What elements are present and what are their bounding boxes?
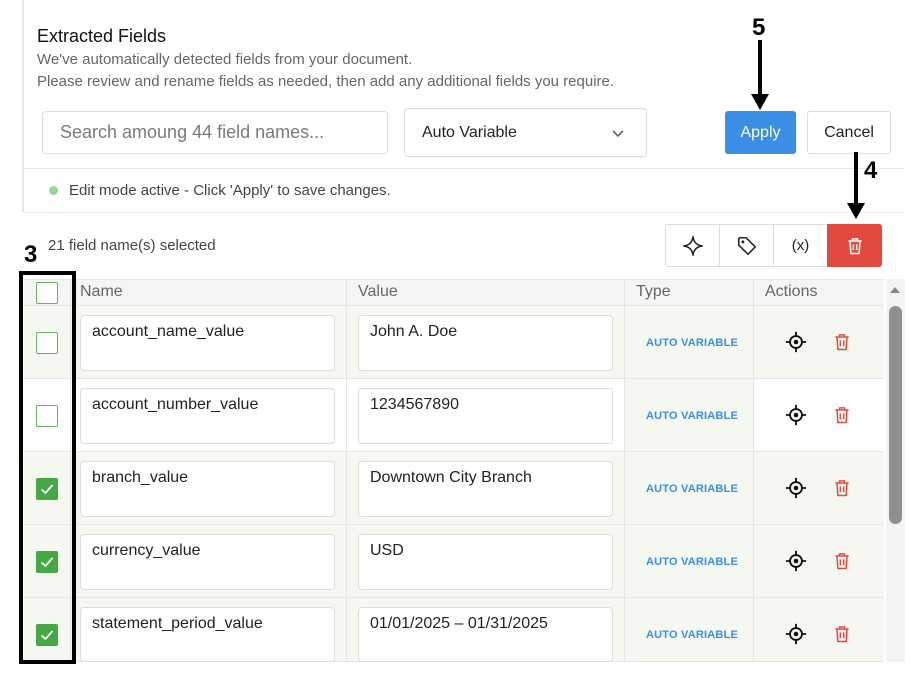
tag-button[interactable]: [719, 224, 774, 267]
left-accent-rule: [22, 0, 24, 212]
sparkle-icon: [682, 235, 703, 256]
bulk-toolbar: (x): [665, 224, 882, 267]
scrollbar-thumb[interactable]: [889, 306, 902, 524]
name-field[interactable]: statement_period_value: [80, 607, 335, 662]
delete-row-icon[interactable]: [832, 550, 852, 572]
type-label: AUTO VARIABLE: [646, 410, 739, 422]
status-dot: [49, 186, 58, 195]
variable-button[interactable]: (x): [773, 224, 828, 267]
locate-field-icon[interactable]: [785, 550, 807, 572]
annotation-arrow-5: [758, 40, 762, 95]
name-field[interactable]: account_name_value: [80, 315, 335, 371]
annotation-arrow-5-head: [751, 94, 769, 110]
annotation-label-5: 5: [752, 14, 766, 41]
bulk-delete-button[interactable]: [827, 224, 882, 267]
selected-count: 21 field name(s) selected: [48, 237, 216, 254]
status-text: Edit mode active - Click 'Apply' to save…: [69, 182, 391, 199]
name-field[interactable]: account_number_value: [80, 388, 335, 444]
chevron-down-icon: [612, 130, 624, 138]
type-select[interactable]: Auto Variable: [404, 108, 647, 157]
annotation-arrow-4: [854, 152, 858, 204]
value-field[interactable]: 01/01/2025 – 01/31/2025: [358, 607, 613, 662]
divider: [24, 212, 905, 213]
locate-field-icon[interactable]: [785, 623, 807, 645]
scroll-up-arrow-icon[interactable]: [890, 287, 900, 293]
annotation-box-checkboxes: [19, 271, 76, 664]
locate-field-icon[interactable]: [785, 331, 807, 353]
type-label: AUTO VARIABLE: [646, 483, 739, 495]
name-field[interactable]: branch_value: [80, 461, 335, 517]
page-title: Extracted Fields: [37, 26, 167, 46]
type-label: AUTO VARIABLE: [646, 629, 739, 641]
value-field[interactable]: USD: [358, 534, 613, 590]
locate-field-icon[interactable]: [785, 404, 807, 426]
delete-row-icon[interactable]: [832, 477, 852, 499]
delete-row-icon[interactable]: [832, 404, 852, 426]
page-subtitle-line2: Please review and rename fields as neede…: [37, 73, 615, 90]
value-field[interactable]: 1234567890: [358, 388, 613, 444]
column-header-actions: Actions: [765, 283, 818, 300]
name-field[interactable]: currency_value: [80, 534, 335, 590]
column-header-value: Value: [358, 283, 398, 300]
annotation-arrow-4-head: [847, 203, 865, 219]
type-select-value: Auto Variable: [422, 123, 517, 141]
search-input[interactable]: [42, 111, 388, 154]
annotation-label-4: 4: [864, 157, 878, 184]
auto-detect-button[interactable]: [665, 224, 720, 267]
delete-row-icon[interactable]: [832, 331, 852, 353]
column-header-type: Type: [636, 283, 671, 300]
value-field[interactable]: Downtown City Branch: [358, 461, 613, 517]
tag-icon: [737, 236, 756, 255]
locate-field-icon[interactable]: [785, 477, 807, 499]
cancel-button[interactable]: Cancel: [807, 111, 891, 154]
variable-icon: (x): [791, 237, 810, 254]
divider: [24, 168, 905, 169]
value-field[interactable]: John A. Doe: [358, 315, 613, 371]
type-label: AUTO VARIABLE: [646, 556, 739, 568]
table-header: [24, 279, 884, 306]
type-label: AUTO VARIABLE: [646, 337, 739, 349]
delete-row-icon[interactable]: [832, 623, 852, 645]
page-subtitle-line1: We've automatically detected fields from…: [37, 51, 413, 68]
column-header-name: Name: [80, 283, 123, 300]
annotation-label-3: 3: [24, 241, 38, 268]
trash-icon: [847, 237, 862, 254]
apply-button[interactable]: Apply: [725, 111, 796, 154]
